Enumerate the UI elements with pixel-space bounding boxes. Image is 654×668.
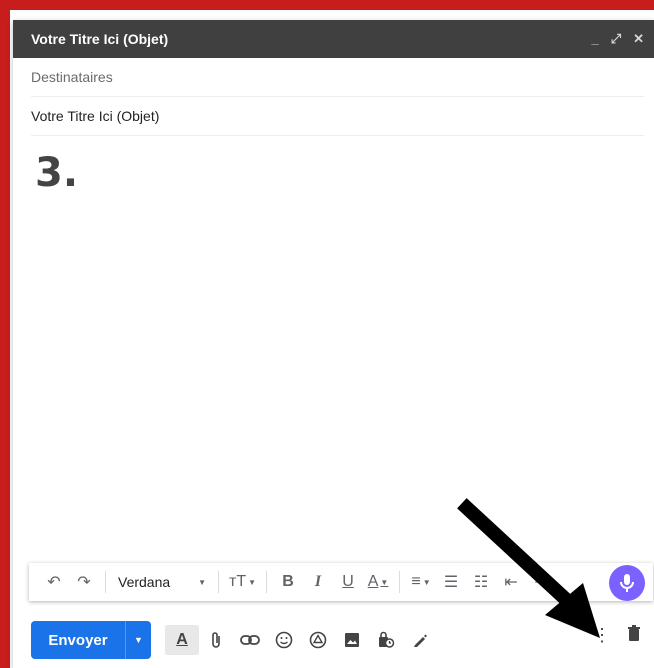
text-size-icon[interactable]: ᴛT ▼ bbox=[229, 570, 256, 594]
recipients-field[interactable]: Destinataires bbox=[31, 58, 644, 97]
minimize-icon[interactable]: _ bbox=[591, 31, 598, 47]
redo-icon[interactable]: ↷ bbox=[73, 570, 95, 594]
bottom-toolbar: Envoyer ▼ A ⋮ bbox=[13, 620, 654, 660]
recipients-placeholder: Destinataires bbox=[31, 69, 113, 85]
formatting-toolbar: ↶ ↷ Verdana ▼ ᴛT ▼ B I U A ▼ ≡ ▼ ☰ ☷ ⇤ ⇥ bbox=[29, 563, 653, 601]
italic-button[interactable]: I bbox=[307, 570, 329, 594]
undo-icon[interactable]: ↶ bbox=[43, 570, 65, 594]
underline-button[interactable]: U bbox=[337, 570, 359, 594]
subject-value: Votre Titre Ici (Objet) bbox=[31, 108, 160, 124]
microphone-icon[interactable] bbox=[609, 565, 645, 601]
trash-icon[interactable] bbox=[624, 625, 644, 646]
divider bbox=[266, 571, 268, 593]
link-icon[interactable] bbox=[233, 625, 267, 655]
photo-icon[interactable] bbox=[335, 625, 369, 655]
bulleted-list-icon[interactable]: ☷ bbox=[470, 570, 492, 594]
divider bbox=[218, 571, 219, 593]
text-color-button[interactable]: A ▼ bbox=[367, 570, 389, 594]
compose-titlebar[interactable]: Votre Titre Ici (Objet) _ ⤢ ✕ bbox=[13, 20, 654, 58]
send-button[interactable]: Envoyer bbox=[31, 621, 125, 659]
window-controls: _ ⤢ ✕ bbox=[591, 31, 654, 47]
expand-icon[interactable]: ⤢ bbox=[611, 31, 621, 47]
send-group: Envoyer ▼ bbox=[31, 621, 151, 659]
message-body[interactable]: 3. bbox=[13, 136, 654, 534]
divider bbox=[105, 571, 106, 593]
indent-more-icon[interactable]: ⇥ bbox=[530, 570, 552, 594]
emoji-icon[interactable] bbox=[267, 625, 301, 655]
send-options-chevron-icon[interactable]: ▼ bbox=[125, 621, 151, 659]
more-options-icon[interactable]: ⋮ bbox=[592, 625, 612, 646]
indent-less-icon[interactable]: ⇤ bbox=[500, 570, 522, 594]
formatting-options-button[interactable]: A bbox=[165, 625, 199, 655]
chevron-down-icon: ▼ bbox=[198, 577, 206, 587]
right-tools: ⋮ bbox=[592, 625, 644, 646]
attach-icon[interactable] bbox=[199, 625, 233, 655]
body-text: 3. bbox=[35, 150, 79, 196]
numbered-list-icon[interactable]: ☰ bbox=[440, 570, 462, 594]
window-title: Votre Titre Ici (Objet) bbox=[31, 31, 169, 47]
align-icon[interactable]: ≡ ▼ bbox=[410, 570, 432, 594]
compose-window: Votre Titre Ici (Objet) _ ⤢ ✕ Destinatai… bbox=[13, 20, 654, 668]
signature-icon[interactable] bbox=[403, 625, 437, 655]
drive-icon[interactable] bbox=[301, 625, 335, 655]
confidential-icon[interactable] bbox=[369, 625, 403, 655]
close-icon[interactable]: ✕ bbox=[633, 31, 644, 47]
bold-button[interactable]: B bbox=[277, 570, 299, 594]
font-select[interactable]: Verdana ▼ bbox=[112, 574, 212, 590]
divider bbox=[399, 571, 401, 593]
font-name: Verdana bbox=[118, 574, 171, 590]
subject-field[interactable]: Votre Titre Ici (Objet) bbox=[31, 97, 644, 136]
compose-tools: A bbox=[165, 625, 437, 655]
